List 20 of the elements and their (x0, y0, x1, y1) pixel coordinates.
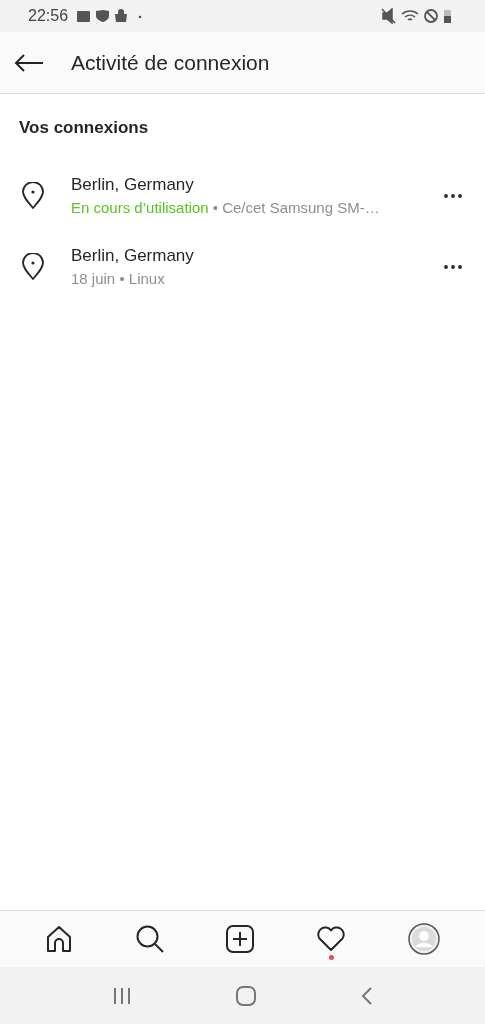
search-icon (134, 924, 165, 954)
session-details: 18 juin • Linux (71, 269, 166, 289)
location-pin-icon (21, 182, 45, 210)
back-icon[interactable] (360, 986, 373, 1005)
plus-square-icon (226, 925, 255, 953)
home-button-icon[interactable] (236, 985, 257, 1006)
home-icon (44, 925, 73, 953)
recent-apps-icon[interactable] (112, 986, 133, 1005)
section-title: Vos connexions (18, 117, 150, 139)
back-arrow-icon (14, 53, 44, 72)
page-title: Activité de connexion (71, 49, 270, 76)
session-location: Berlin, Germany (71, 245, 195, 267)
session-location: Berlin, Germany (71, 174, 195, 196)
status-time: 22:56 (28, 6, 69, 26)
heart-icon (316, 926, 347, 952)
more-icon (444, 265, 462, 269)
avatar-icon (408, 923, 441, 955)
more-icon (444, 194, 462, 198)
location-pin-icon (21, 253, 45, 281)
session-details: En cours d’utilisation • Ce/cet Samsung SM-… (71, 198, 381, 218)
